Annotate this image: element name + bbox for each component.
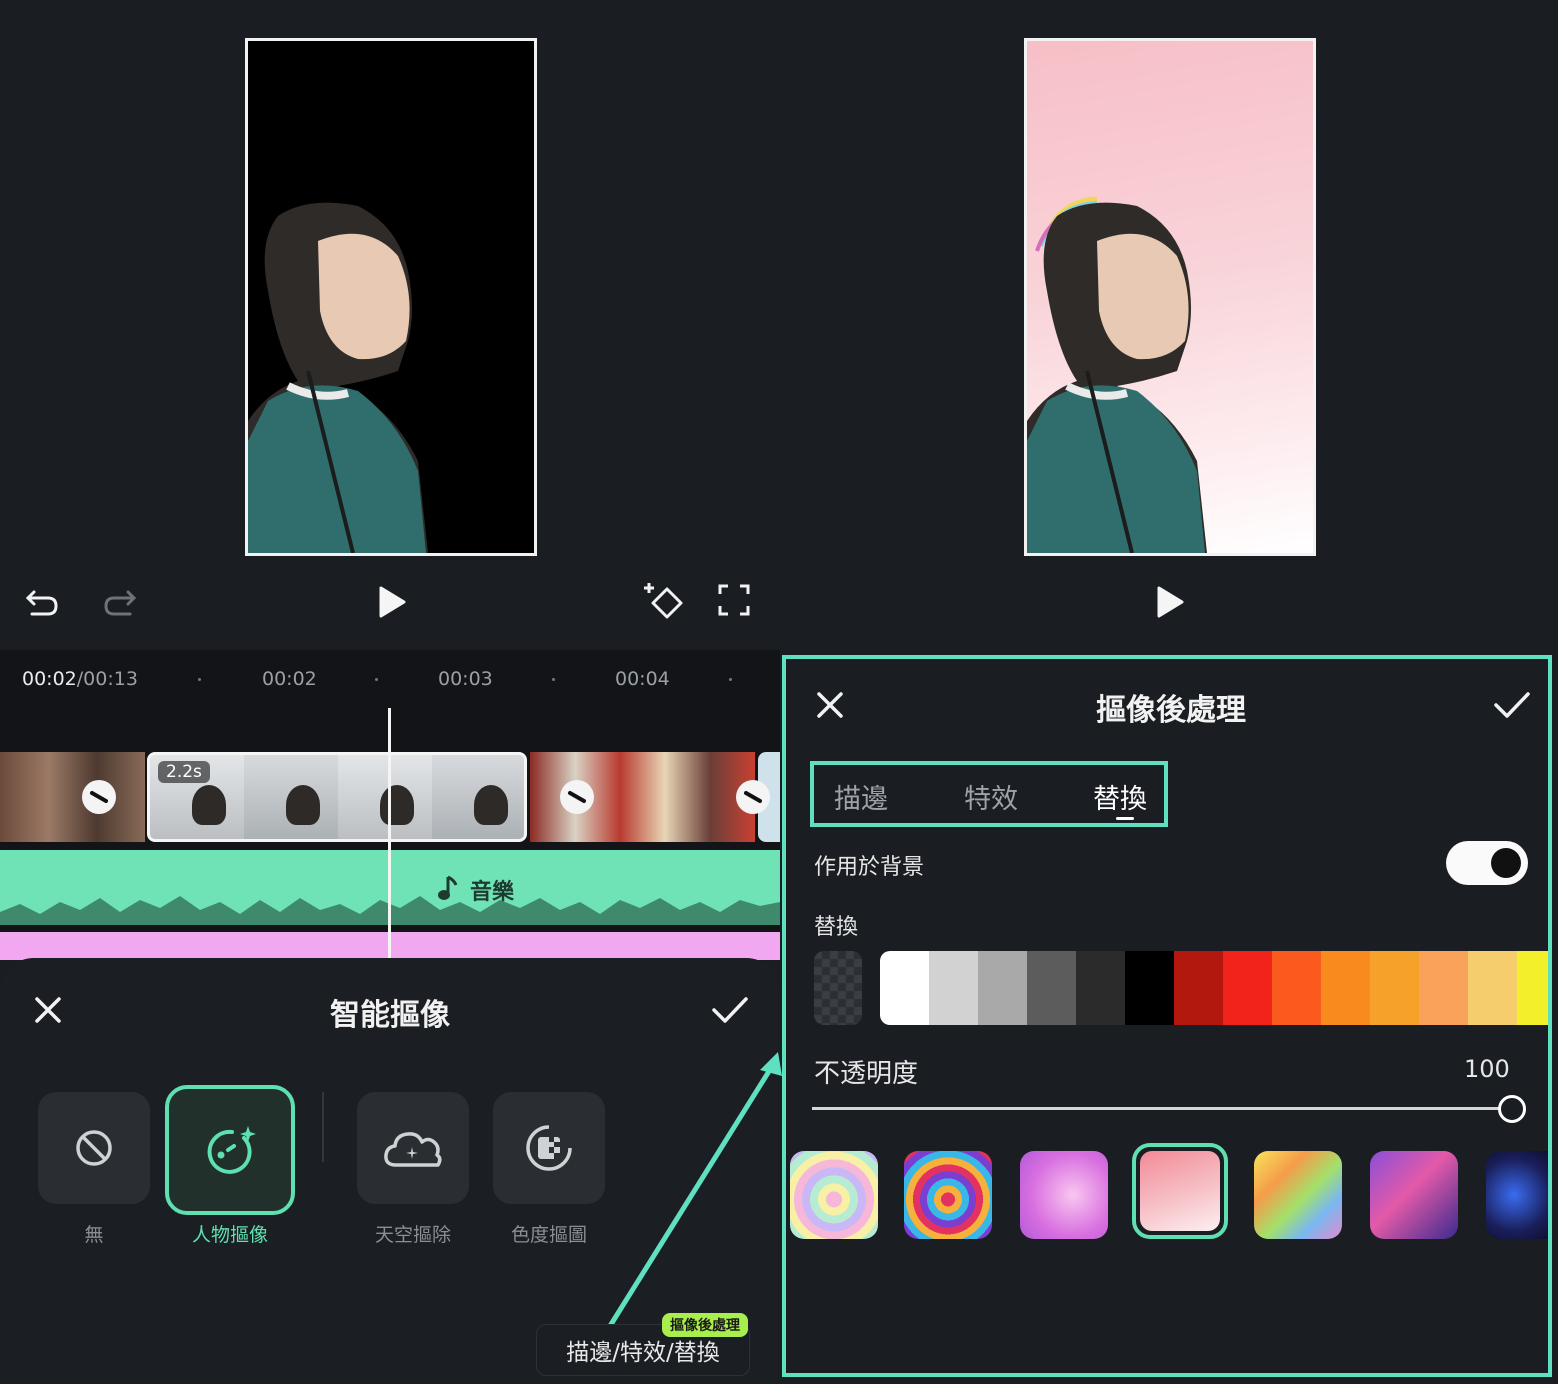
person-cutout-image [248, 202, 428, 553]
redo-icon[interactable] [100, 582, 140, 622]
time-marker: 00:03 [438, 668, 493, 690]
option-person-cutout-button[interactable] [165, 1085, 295, 1215]
music-label: 音樂 [470, 880, 515, 905]
apply-background-toggle[interactable] [1446, 841, 1528, 885]
color-swatch[interactable] [1272, 951, 1321, 1025]
option-label: 無 [84, 1224, 104, 1246]
tab-active-indicator [1116, 817, 1134, 820]
template-pink-swirl[interactable] [1020, 1151, 1108, 1239]
color-swatch[interactable] [1027, 951, 1076, 1025]
option-none-button[interactable] [38, 1092, 150, 1204]
divider [322, 1092, 324, 1162]
undo-icon[interactable] [22, 582, 62, 622]
music-note-icon [438, 875, 458, 900]
video-preview-original [245, 38, 537, 556]
post-processing-panel: 摳像後處理 描邊 特效 替換 作用於背景 替換 不透明度 100 [782, 655, 1552, 1377]
callout-text: 描邊/特效/替換 [566, 1340, 720, 1366]
tick-dot [198, 678, 201, 681]
option-label: 色度摳圖 [510, 1224, 587, 1246]
tick-dot [552, 678, 555, 681]
current-time: 00:02 [22, 668, 77, 690]
color-swatch[interactable] [1419, 951, 1468, 1025]
annotation-arrow [607, 1052, 782, 1329]
total-time: /00:13 [76, 668, 138, 690]
color-swatch[interactable] [880, 951, 929, 1025]
confirm-icon[interactable] [1492, 689, 1532, 725]
option-label-selected: 人物摳像 [191, 1224, 268, 1246]
color-swatch[interactable] [929, 951, 978, 1025]
person-sparkle-icon [207, 1126, 256, 1174]
template-neon-stage[interactable] [1486, 1151, 1548, 1239]
fullscreen-icon[interactable] [716, 582, 752, 618]
confirm-icon[interactable] [710, 994, 750, 1030]
opacity-slider-track[interactable] [812, 1107, 1516, 1110]
no-entry-icon [76, 1130, 112, 1166]
apply-background-label: 作用於背景 [814, 855, 925, 880]
template-pastel-heart[interactable] [790, 1151, 878, 1239]
callout-badge: 摳像後處理 [662, 1313, 748, 1337]
option-sky-removal-button[interactable] [357, 1092, 469, 1204]
panel-title: 摳像後處理 [1096, 693, 1246, 728]
cloud-icon [384, 1132, 442, 1167]
chroma-key-icon [526, 1125, 572, 1171]
time-marker: 00:04 [615, 668, 670, 690]
color-swatch[interactable] [1174, 951, 1223, 1025]
keyframe-add-icon[interactable] [642, 580, 688, 622]
person-cutout-image [1027, 196, 1207, 553]
color-swatches [880, 951, 1548, 1025]
tab-replace[interactable]: 替換 [1093, 777, 1147, 816]
tab-stroke[interactable]: 描邊 [834, 777, 888, 816]
option-chroma-key-button[interactable] [493, 1092, 605, 1204]
replace-label: 替換 [814, 915, 859, 940]
opacity-slider-handle[interactable] [1498, 1095, 1526, 1123]
color-swatch[interactable] [1321, 951, 1370, 1025]
transparent-swatch[interactable] [814, 951, 862, 1025]
tick-dot [375, 678, 378, 681]
color-swatch[interactable] [1468, 951, 1517, 1025]
play-button[interactable] [372, 582, 412, 622]
color-swatch[interactable] [1076, 951, 1125, 1025]
tick-dot [729, 678, 732, 681]
time-marker: 00:02 [262, 668, 317, 690]
template-pink-gradient[interactable] [1132, 1143, 1228, 1239]
template-cheers-sticker[interactable] [1370, 1151, 1458, 1239]
video-clip[interactable] [0, 752, 145, 842]
transition-icon[interactable] [82, 780, 116, 814]
clip-duration: 2.2s [158, 761, 210, 783]
template-rainbow-heart[interactable] [904, 1151, 992, 1239]
opacity-value: 100 [1464, 1055, 1510, 1083]
transition-icon[interactable] [560, 780, 594, 814]
play-button-preview[interactable] [1150, 582, 1190, 622]
template-rainbow-blur[interactable] [1254, 1151, 1342, 1239]
color-swatch[interactable] [1125, 951, 1174, 1025]
color-swatch[interactable] [1517, 951, 1548, 1025]
timeline[interactable]: 00:02/00:13 00:02 00:03 00:04 2.2s 音樂 [0, 650, 780, 960]
opacity-label: 不透明度 [814, 1059, 919, 1089]
toggle-knob [1491, 848, 1521, 878]
color-swatch[interactable] [1223, 951, 1272, 1025]
transition-icon[interactable] [736, 780, 770, 814]
video-preview-replaced-bg [1024, 38, 1316, 556]
playhead[interactable] [388, 708, 391, 960]
video-clip-selected[interactable]: 2.2s [147, 752, 527, 842]
color-swatch[interactable] [978, 951, 1027, 1025]
timecode: 00:02/00:13 [22, 668, 138, 690]
option-label: 天空摳除 [374, 1224, 451, 1246]
color-swatch[interactable] [1370, 951, 1419, 1025]
tab-bar: 描邊 特效 替換 [810, 761, 1168, 827]
sheet-title: 智能摳像 [330, 998, 450, 1033]
tab-effects[interactable]: 特效 [964, 777, 1018, 816]
